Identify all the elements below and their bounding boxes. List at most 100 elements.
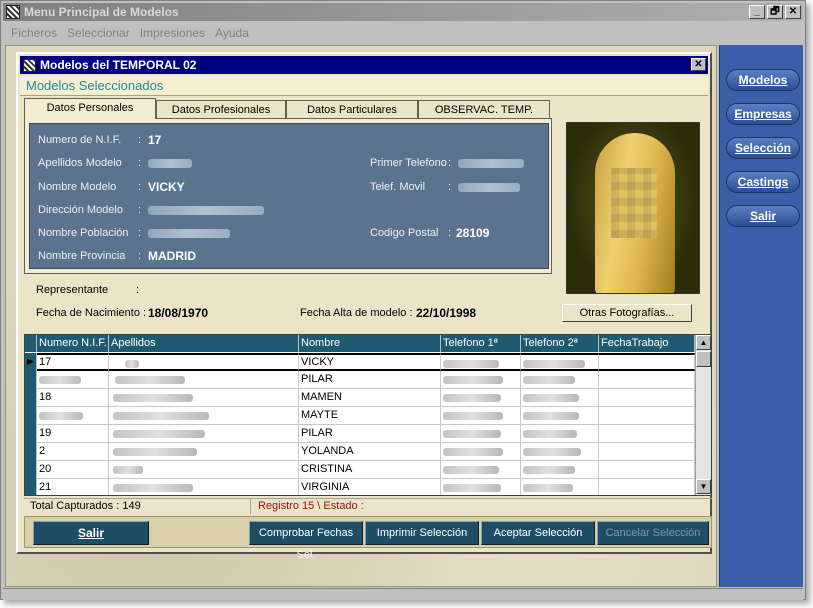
cell-nif: [37, 371, 109, 389]
telefono1-colon: :: [448, 157, 452, 169]
apellidos-value-redacted: [148, 159, 192, 168]
poblacion-label: Nombre Población: [38, 227, 129, 239]
col-nombre[interactable]: Nombre: [299, 335, 441, 352]
cell-apellidos: [109, 407, 299, 425]
tab-datos-personales[interactable]: Datos Personales: [24, 98, 156, 119]
cell-nif: 21: [37, 479, 109, 495]
child-title: Modelos del TEMPORAL 02: [40, 58, 197, 72]
row-indicator: [25, 479, 37, 495]
cell-nombre: YOLANDA: [299, 443, 441, 461]
cell-telefono2: [521, 479, 599, 495]
direccion-label: Dirección Modelo: [38, 204, 123, 216]
row-indicator: [25, 425, 37, 443]
photo-face-pixelated: [611, 168, 657, 238]
nacimiento-label: Fecha de Nacimiento :: [36, 307, 147, 319]
alta-label: Fecha Alta de modelo :: [300, 307, 413, 319]
cell-fechatrabajo: [599, 389, 695, 407]
menu-impresiones[interactable]: Impresiones: [140, 26, 205, 40]
col-telefono1[interactable]: Telefono 1ª: [441, 335, 521, 352]
table-row[interactable]: MAYTE: [25, 407, 695, 425]
scroll-thumb[interactable]: [696, 351, 711, 367]
cell-telefono1: [441, 425, 521, 443]
cell-telefono2: [521, 353, 599, 371]
movil-colon: :: [448, 181, 452, 193]
window-icon: [23, 58, 36, 72]
movil-value-redacted: [458, 183, 520, 192]
cell-fechatrabajo: [599, 479, 695, 495]
nav-empresas-button[interactable]: Empresas: [726, 103, 800, 125]
cell-nif: 20: [37, 461, 109, 479]
aceptar-seleccion-button[interactable]: Aceptar Selección: [481, 521, 595, 545]
menu-ficheros[interactable]: Ficheros: [11, 26, 57, 40]
close-button[interactable]: ✕: [785, 5, 801, 19]
cell-telefono2: [521, 443, 599, 461]
provincia-label: Nombre Provincia: [38, 250, 126, 262]
tab-datos-particulares[interactable]: Datos Particulares: [286, 100, 418, 119]
personal-data-box: Numero de N.I.F. : 17 Apellidos Modelo :…: [29, 123, 549, 269]
restore-button[interactable]: 🗗: [767, 5, 783, 19]
row-indicator: [25, 443, 37, 461]
row-indicator: [25, 407, 37, 425]
col-fechatrabajo[interactable]: FechaTrabajo: [599, 335, 695, 352]
child-close-button[interactable]: ✕: [691, 58, 706, 71]
grid-header: Numero N.I.F. Apellidos Nombre Telefono …: [25, 335, 695, 352]
cell-telefono2: [521, 389, 599, 407]
direccion-colon: :: [138, 204, 142, 216]
comprobar-fechas-button[interactable]: Comprobar Fechas Sel.: [249, 521, 363, 561]
col-nif[interactable]: Numero N.I.F.: [37, 335, 109, 352]
grid-status: Total Capturados : 149 Registro 15 \ Est…: [24, 498, 712, 514]
cell-apellidos: [109, 425, 299, 443]
apellidos-label: Apellidos Modelo: [38, 157, 122, 169]
cell-telefono1: [441, 353, 521, 371]
cell-fechatrabajo: [599, 407, 695, 425]
cell-fechatrabajo: [599, 425, 695, 443]
cell-telefono2: [521, 425, 599, 443]
table-row[interactable]: 2 YOLANDA: [25, 443, 695, 461]
nav-salir-button[interactable]: Salir: [726, 205, 800, 227]
col-telefono2[interactable]: Telefono 2ª: [521, 335, 599, 352]
side-nav-panel: Modelos Empresas Selección Castings Sali…: [719, 45, 803, 587]
cell-apellidos: [109, 389, 299, 407]
cell-apellidos: [109, 353, 299, 371]
cell-nombre: PILAR: [299, 425, 441, 443]
subheader: Modelos Seleccionados: [20, 76, 708, 96]
nav-modelos-button[interactable]: Modelos: [726, 69, 800, 91]
col-apellidos[interactable]: Apellidos: [109, 335, 299, 352]
table-row[interactable]: 21 VIRGINIA: [25, 479, 695, 495]
otras-fotografias-button[interactable]: Otras Fotografías...: [562, 304, 692, 322]
table-row[interactable]: 19 PILAR: [25, 425, 695, 443]
tab-observac-temp[interactable]: OBSERVAC. TEMP.: [418, 100, 550, 119]
grid-scrollbar[interactable]: ▲ ▼: [695, 335, 711, 495]
menu-ayuda[interactable]: Ayuda: [215, 26, 249, 40]
nav-castings-button[interactable]: Castings: [726, 171, 800, 193]
salir-button[interactable]: Salir: [33, 521, 149, 545]
child-title-bar: Modelos del TEMPORAL 02 ✕: [20, 56, 708, 74]
datos-personales-panel: Numero de N.I.F. : 17 Apellidos Modelo :…: [24, 118, 552, 274]
table-row[interactable]: 18 MAMEN: [25, 389, 695, 407]
menu-seleccionar[interactable]: Seleccionar: [67, 26, 130, 40]
table-row[interactable]: 20 CRISTINA: [25, 461, 695, 479]
nav-seleccion-button[interactable]: Selección: [726, 137, 800, 159]
scroll-up-icon[interactable]: ▲: [696, 335, 711, 350]
title-bar: Menu Principal de Modelos _ 🗗 ✕: [3, 3, 803, 21]
cell-telefono1: [441, 443, 521, 461]
imprimir-seleccion-button[interactable]: Imprimir Selección: [365, 521, 479, 545]
nombre-value: VICKY: [148, 180, 185, 194]
cell-fechatrabajo: [599, 371, 695, 389]
cell-fechatrabajo: [599, 461, 695, 479]
row-indicator: [25, 371, 37, 389]
scroll-down-icon[interactable]: ▼: [696, 479, 711, 494]
window-title: Menu Principal de Modelos: [24, 5, 179, 19]
models-grid: Numero N.I.F. Apellidos Nombre Telefono …: [24, 334, 712, 496]
minimize-button[interactable]: _: [749, 5, 765, 19]
nacimiento-value: 18/08/1970: [148, 306, 209, 320]
cell-apellidos: [109, 461, 299, 479]
table-row[interactable]: PILAR: [25, 371, 695, 389]
cell-telefono1: [441, 479, 521, 495]
cell-apellidos: [109, 443, 299, 461]
tab-datos-profesionales[interactable]: Datos Profesionales: [156, 100, 286, 119]
cell-nif: 17: [37, 353, 109, 371]
cell-nombre: CRISTINA: [299, 461, 441, 479]
table-row[interactable]: ▶ 17 VICKY: [25, 353, 695, 371]
registro-estado: Registro 15 \ Estado :: [258, 500, 364, 512]
